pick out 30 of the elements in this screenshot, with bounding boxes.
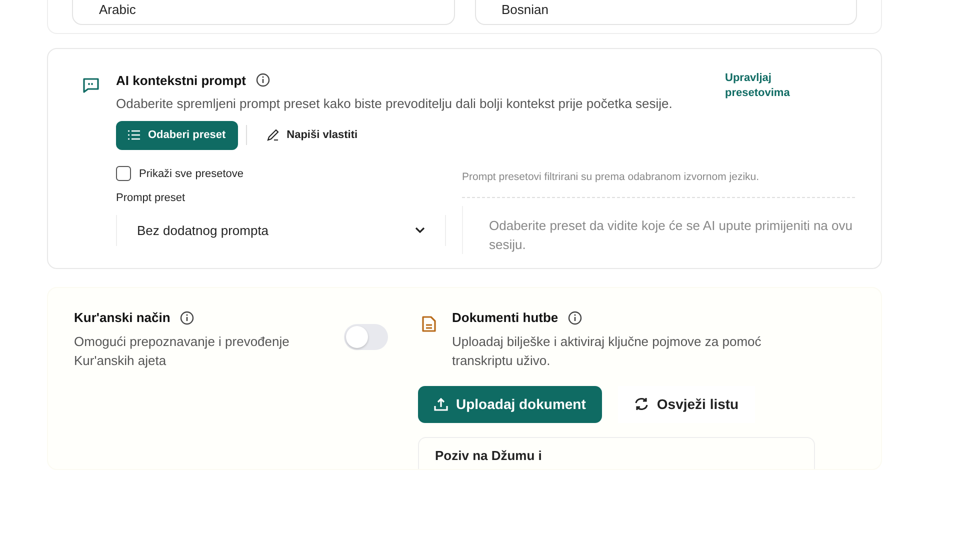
section-description: Uploadaj bilješke i aktiviraj ključne pojmove za pomoć transkriptu uživo. (452, 332, 762, 370)
pencil-icon (266, 129, 279, 142)
field-label: Prompt preset (116, 191, 186, 206)
checkbox[interactable] (116, 166, 131, 182)
section-title: Kur'anski način (74, 309, 170, 328)
toggle-switch[interactable] (344, 324, 388, 350)
upload-icon (434, 397, 448, 412)
refresh-icon (634, 397, 649, 412)
language-select[interactable]: Arabic (72, 0, 454, 24)
preview-text: Odaberite preset da vidite koje će se AI upute primijeniti na ovu sesiju. (462, 206, 855, 254)
preset-dropdown[interactable]: Bez dodatnog prompta (116, 214, 446, 246)
section-description: Omogući prepoznavanje i prevođenje Kur'anskih ajeta (74, 332, 290, 370)
info-icon[interactable] (566, 309, 584, 327)
section-title: Dokumenti hutbe (452, 309, 558, 328)
chevron-icon (415, 227, 425, 234)
language-select[interactable]: Bosnian (474, 0, 857, 24)
document-icon (422, 316, 436, 332)
checkbox-label: Prikaži sve presetove (139, 166, 244, 182)
document-item[interactable]: Poziv na Džumu i (418, 436, 815, 470)
info-icon[interactable] (254, 71, 272, 90)
section-title: AI kontekstni prompt (116, 72, 246, 90)
chat-icon (82, 76, 100, 92)
mode-tab[interactable]: Odaberi preset (116, 121, 238, 150)
list-icon (128, 130, 140, 140)
info-icon[interactable] (178, 309, 196, 327)
helper-text: Prompt presetovi filtrirani su prema odabranom izvornom jeziku. (462, 170, 855, 198)
refresh-button[interactable]: Osvježi listu (618, 386, 755, 423)
section-description: Odaberite spremljeni prompt preset kako biste prevoditelju dali bolji kontekst prije početka sesije. (116, 95, 672, 113)
upload-button[interactable]: Uploadaj dokument (418, 386, 602, 423)
manage-presets-link[interactable]: Upravljaj presetovima (725, 70, 815, 113)
